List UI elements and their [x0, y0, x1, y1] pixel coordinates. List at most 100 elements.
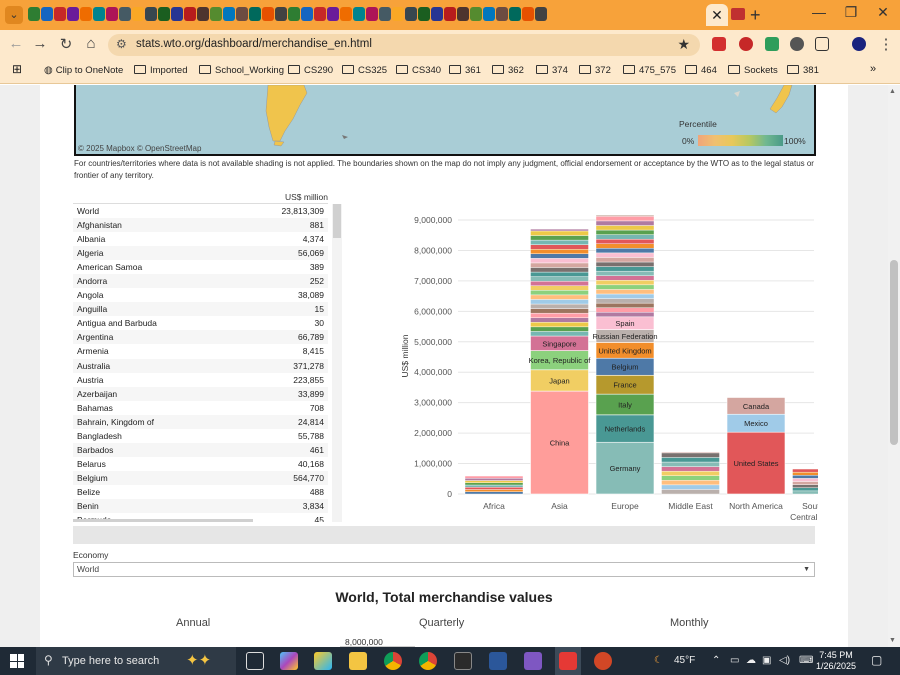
- cloud-icon[interactable]: ☁: [746, 655, 756, 666]
- tab-favicon[interactable]: [158, 7, 170, 21]
- close-window-button[interactable]: ✕: [868, 4, 898, 21]
- tab-favicon[interactable]: [288, 7, 300, 21]
- input-indicator-icon[interactable]: ⌨: [799, 655, 813, 666]
- volume-icon[interactable]: ◁): [779, 655, 790, 666]
- page-scrollbar[interactable]: ▲ ▼: [888, 85, 900, 647]
- more-bookmarks-chevron-icon[interactable]: »: [870, 63, 876, 75]
- table-row[interactable]: Bahrain, Kingdom of 24,814: [73, 414, 328, 429]
- weather-temp[interactable]: 45°F: [674, 655, 695, 666]
- tab-favicon[interactable]: [275, 7, 287, 21]
- tab-favicon[interactable]: [327, 7, 339, 21]
- bookmark-folder-school[interactable]: School_Working: [199, 65, 284, 76]
- table-row[interactable]: Argentina 66,789: [73, 330, 328, 345]
- bookmark-folder-381[interactable]: 381: [787, 65, 819, 76]
- tab-favicon[interactable]: [54, 7, 66, 21]
- pdf-extension-icon[interactable]: [712, 37, 726, 51]
- tab-favicon[interactable]: [301, 7, 313, 21]
- tab-favicon[interactable]: [522, 7, 534, 21]
- green-extension-icon[interactable]: [765, 37, 779, 51]
- shield-extension-icon[interactable]: [790, 37, 804, 51]
- tab-favicon[interactable]: [93, 7, 105, 21]
- tab-favicon[interactable]: [249, 7, 261, 21]
- tab-favicon[interactable]: [379, 7, 391, 21]
- table-row[interactable]: American Samoa 389: [73, 260, 328, 274]
- table-row[interactable]: Bangladesh 55,788: [73, 429, 328, 443]
- task-view-icon[interactable]: [246, 652, 264, 670]
- table-row[interactable]: Afghanistan 881: [73, 218, 328, 233]
- battery-icon[interactable]: ▭: [730, 655, 739, 666]
- tab-favicon[interactable]: [366, 7, 378, 21]
- table-row[interactable]: Barbados 461: [73, 442, 328, 457]
- tab-favicon[interactable]: [314, 7, 326, 21]
- forward-button[interactable]: →: [30, 35, 50, 52]
- active-tab-close-icon[interactable]: ✕: [706, 4, 728, 26]
- table-row[interactable]: Bahamas 708: [73, 401, 328, 415]
- snagit-icon[interactable]: [559, 652, 577, 670]
- minimize-button[interactable]: —: [804, 4, 834, 20]
- tab-favicon[interactable]: [535, 7, 547, 21]
- tab-favicon[interactable]: [470, 7, 482, 21]
- tab-favicon[interactable]: [340, 7, 352, 21]
- tab-search-button[interactable]: ⌄: [5, 6, 23, 24]
- table-row[interactable]: Belarus 40,168: [73, 457, 328, 471]
- network-icon[interactable]: ▣: [762, 655, 771, 666]
- apps-grid-icon[interactable]: ⊞: [12, 62, 22, 76]
- bookmark-folder-362[interactable]: 362: [492, 65, 524, 76]
- tab-favicon[interactable]: [41, 7, 53, 21]
- tab-favicon[interactable]: [171, 7, 183, 21]
- table-row[interactable]: Azerbaijan 33,899: [73, 386, 328, 401]
- table-row[interactable]: Belgium 564,770: [73, 470, 328, 485]
- table-row[interactable]: Austria 223,855: [73, 373, 328, 387]
- tab-favicon[interactable]: [197, 7, 209, 21]
- table-row[interactable]: Benin 3,834: [73, 498, 328, 514]
- tab-favicon[interactable]: [431, 7, 443, 21]
- tab-favicon[interactable]: [119, 7, 131, 21]
- world-map[interactable]: © 2025 Mapbox © OpenStreetMap Percentile…: [74, 85, 816, 156]
- taskbar-search[interactable]: ⚲ Type here to search ✦✦: [36, 647, 236, 675]
- chrome-profile-icon[interactable]: [419, 652, 437, 670]
- map-attribution[interactable]: © 2025 Mapbox © OpenStreetMap: [78, 144, 201, 153]
- bookmark-clip-onenote[interactable]: ◍ Clip to OneNote: [44, 65, 123, 76]
- bookmark-folder-475-575[interactable]: 475_575: [623, 65, 676, 76]
- scroll-up-arrow-icon[interactable]: ▲: [889, 88, 896, 95]
- bookmark-folder-464[interactable]: 464: [685, 65, 717, 76]
- bookmark-folder-cs340[interactable]: CS340: [396, 65, 441, 76]
- tab-favicon[interactable]: [145, 7, 157, 21]
- restore-button[interactable]: ❐: [836, 4, 866, 21]
- bookmark-folder-374[interactable]: 374: [536, 65, 568, 76]
- tab-flag-icon[interactable]: [731, 8, 745, 20]
- new-tab-button[interactable]: +: [750, 5, 761, 26]
- system-clock[interactable]: 7:45 PM 1/26/2025: [816, 650, 856, 672]
- table-row[interactable]: Armenia 8,415: [73, 344, 328, 358]
- tab-favicon[interactable]: [457, 7, 469, 21]
- table-row[interactable]: Australia 371,278: [73, 358, 328, 373]
- word-icon[interactable]: [489, 652, 507, 670]
- profile-avatar[interactable]: [852, 37, 866, 51]
- tab-favicon[interactable]: [405, 7, 417, 21]
- tab-favicon[interactable]: [223, 7, 235, 21]
- table-row[interactable]: Albania 4,374: [73, 232, 328, 246]
- weather-icon[interactable]: ☾: [654, 655, 663, 666]
- notifications-icon[interactable]: ▢: [871, 653, 882, 667]
- tab-favicon[interactable]: [353, 7, 365, 21]
- site-info-icon[interactable]: ⚙: [116, 37, 127, 51]
- extensions-puzzle-icon[interactable]: [815, 37, 829, 51]
- tab-favicon[interactable]: [262, 7, 274, 21]
- economy-select[interactable]: World ▼: [73, 562, 815, 577]
- menu-kebab-icon[interactable]: ⋮: [876, 35, 896, 53]
- record-extension-icon[interactable]: [739, 37, 753, 51]
- page-scroll-thumb[interactable]: [890, 260, 898, 445]
- tab-favicon[interactable]: [184, 7, 196, 21]
- tab-favicon[interactable]: [509, 7, 521, 21]
- table-row[interactable]: Antigua and Barbuda 30: [73, 316, 328, 330]
- file-explorer-icon[interactable]: [349, 652, 367, 670]
- bookmark-folder-imported[interactable]: Imported: [134, 65, 188, 76]
- tab-favicon[interactable]: [418, 7, 430, 21]
- table-row[interactable]: World 23,813,309: [73, 204, 328, 218]
- tab-favicon[interactable]: [80, 7, 92, 21]
- m365-icon[interactable]: [314, 652, 332, 670]
- tab-favicon[interactable]: [236, 7, 248, 21]
- bookmark-folder-361[interactable]: 361: [449, 65, 481, 76]
- table-scroll-thumb[interactable]: [333, 204, 341, 238]
- dropdown-caret-icon[interactable]: ▼: [803, 563, 810, 576]
